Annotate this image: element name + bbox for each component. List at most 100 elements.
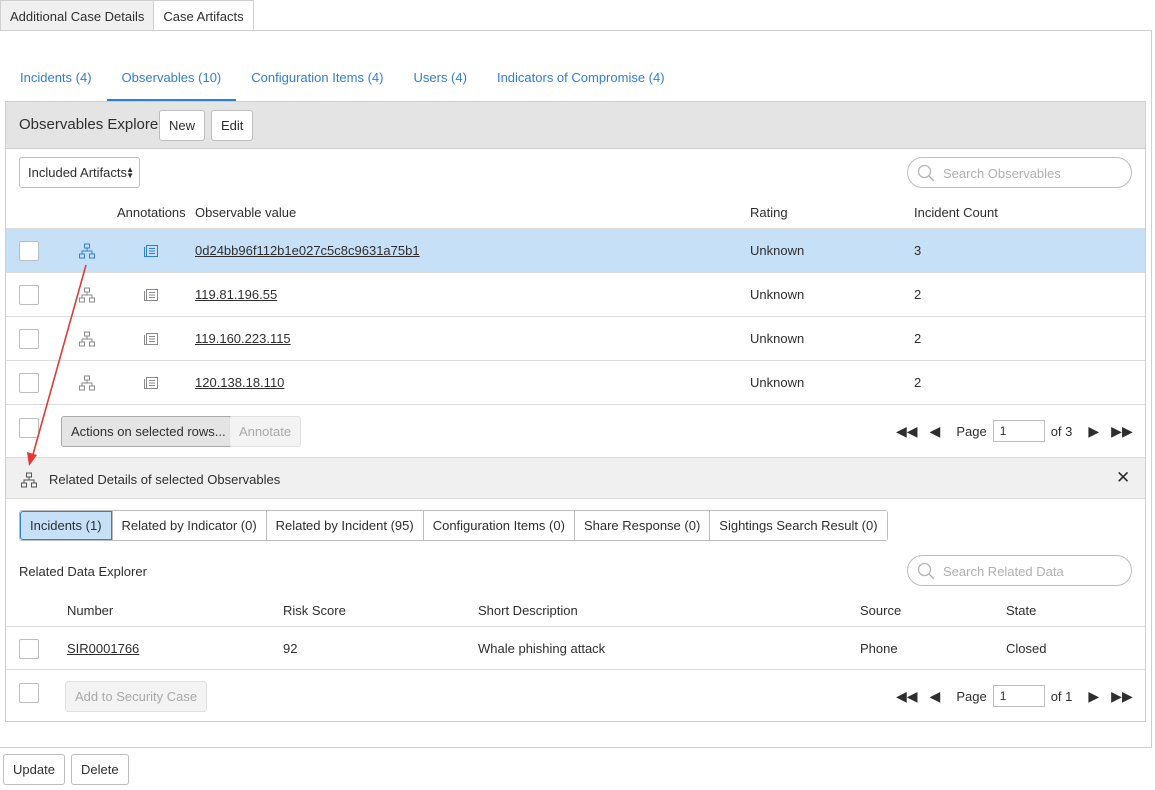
top-tab-bar: Additional Case Details Case Artifacts <box>0 0 254 31</box>
page-total: of 3 <box>1050 423 1073 439</box>
edit-button[interactable]: Edit <box>211 110 254 141</box>
tab-related-by-incident[interactable]: Related by Incident (95) <box>265 511 423 540</box>
search-icon <box>917 562 935 580</box>
artifact-tab-bar: Incidents (4) Observables (10) Configura… <box>5 62 680 102</box>
next-page-icon[interactable]: ▶ <box>1088 423 1099 440</box>
tab-indicators-of-compromise[interactable]: Indicators of Compromise (4) <box>482 62 680 102</box>
col-annotations: Annotations <box>117 205 186 220</box>
page-number-input[interactable]: 1 <box>992 420 1045 442</box>
table-row[interactable]: 119.160.223.115 Unknown 2 <box>6 316 1145 360</box>
table-row[interactable]: SIR0001766 92 Whale phishing attack Phon… <box>6 626 1145 670</box>
last-page-icon[interactable]: ▶▶ <box>1111 423 1133 440</box>
next-page-icon[interactable]: ▶ <box>1088 688 1099 705</box>
row-checkbox[interactable] <box>19 241 39 261</box>
tab-case-artifacts[interactable]: Case Artifacts <box>154 0 254 31</box>
select-all-checkbox[interactable] <box>19 683 39 703</box>
incident-number-link[interactable]: SIR0001766 <box>67 641 139 656</box>
observable-value-link[interactable]: 0d24bb96f112b1e027c5c8c9631a75b1 <box>195 243 420 258</box>
artifact-filter-select[interactable]: Included Artifacts ▲ ▼ <box>19 157 140 188</box>
tab-users[interactable]: Users (4) <box>399 62 482 102</box>
incident-count-cell: 2 <box>914 375 922 390</box>
table-row[interactable]: 120.138.18.110 Unknown 2 <box>6 360 1145 404</box>
tab-share-response[interactable]: Share Response (0) <box>573 511 710 540</box>
tab-additional-case-details[interactable]: Additional Case Details <box>0 0 155 31</box>
col-rating[interactable]: Rating <box>750 205 788 220</box>
tab-related-configuration-items[interactable]: Configuration Items (0) <box>422 511 574 540</box>
search-observables-input[interactable]: Search Observables <box>907 157 1132 188</box>
observable-value-link[interactable]: 119.81.196.55 <box>195 287 277 302</box>
relationship-tree-icon <box>21 472 37 488</box>
source-cell: Phone <box>860 641 898 656</box>
explorer-title: Observables Explorer <box>19 116 164 133</box>
table-row[interactable]: 119.81.196.55 Unknown 2 <box>6 272 1145 316</box>
new-button[interactable]: New <box>159 110 206 141</box>
tab-sightings-search-result[interactable]: Sightings Search Result (0) <box>709 511 887 540</box>
row-checkbox[interactable] <box>19 285 39 305</box>
rating-cell: Unknown <box>750 375 805 390</box>
observables-pager: ◀◀ ◀ Page 1 of 3 ▶ ▶▶ <box>890 420 1139 442</box>
rating-cell: Unknown <box>750 243 805 258</box>
prev-page-icon[interactable]: ◀ <box>930 423 941 440</box>
prev-page-icon[interactable]: ◀ <box>930 688 941 705</box>
tab-configuration-items[interactable]: Configuration Items (4) <box>236 62 398 102</box>
page-total: of 1 <box>1050 688 1073 704</box>
rating-cell: Unknown <box>750 331 805 346</box>
tab-observables[interactable]: Observables (10) <box>106 62 237 102</box>
col-observable-value[interactable]: Observable value <box>195 205 296 220</box>
last-page-icon[interactable]: ▶▶ <box>1111 688 1133 705</box>
page-label: Page <box>956 688 987 704</box>
related-data-explorer-label: Related Data Explorer <box>19 564 147 579</box>
annotation-icon[interactable] <box>144 377 158 389</box>
page-number-input[interactable]: 1 <box>992 685 1045 707</box>
col-source[interactable]: Source <box>860 603 901 618</box>
row-checkbox[interactable] <box>19 329 39 349</box>
update-button[interactable]: Update <box>3 754 65 785</box>
col-risk-score[interactable]: Risk Score <box>283 603 346 618</box>
col-incident-count[interactable]: Incident Count <box>914 205 998 220</box>
annotation-icon[interactable] <box>144 289 158 301</box>
observable-value-link[interactable]: 119.160.223.115 <box>195 331 291 346</box>
artifact-filter-value: Included Artifacts <box>28 165 127 180</box>
add-to-security-case-button[interactable]: Add to Security Case <box>65 681 208 712</box>
row-checkbox[interactable] <box>19 639 39 659</box>
relationship-tree-icon[interactable] <box>79 331 95 347</box>
incident-count-cell: 2 <box>914 287 922 302</box>
relationship-tree-icon[interactable] <box>79 243 95 259</box>
close-icon[interactable]: ✕ <box>1116 468 1130 488</box>
row-checkbox[interactable] <box>19 373 39 393</box>
search-related-data-placeholder: Search Related Data <box>943 564 1064 579</box>
col-short-description[interactable]: Short Description <box>478 603 578 618</box>
related-details-bar: Related Details of selected Observables … <box>6 457 1145 499</box>
annotation-icon[interactable] <box>144 333 158 345</box>
delete-button[interactable]: Delete <box>71 754 129 785</box>
col-number[interactable]: Number <box>67 603 113 618</box>
first-page-icon[interactable]: ◀◀ <box>896 423 918 440</box>
first-page-icon[interactable]: ◀◀ <box>896 688 918 705</box>
observable-value-link[interactable]: 120.138.18.110 <box>195 375 284 390</box>
select-all-checkbox[interactable] <box>19 418 39 438</box>
tab-related-by-indicator[interactable]: Related by Indicator (0) <box>111 511 266 540</box>
related-tab-bar: Incidents (1) Related by Indicator (0) R… <box>19 510 888 541</box>
relationship-tree-icon[interactable] <box>79 287 95 303</box>
incident-count-cell: 2 <box>914 331 922 346</box>
search-related-data-input[interactable]: Search Related Data <box>907 555 1132 586</box>
tab-related-incidents[interactable]: Incidents (1) <box>20 511 112 540</box>
annotate-button[interactable]: Annotate <box>229 416 302 447</box>
table-row[interactable]: 0d24bb96f112b1e027c5c8c9631a75b1 Unknown… <box>6 228 1145 272</box>
related-pager: ◀◀ ◀ Page 1 of 1 ▶ ▶▶ <box>890 685 1139 707</box>
explorer-header: Observables Explorer New Edit <box>6 102 1145 149</box>
short-description-cell: Whale phishing attack <box>478 641 606 656</box>
col-state[interactable]: State <box>1006 603 1036 618</box>
risk-score-cell: 92 <box>283 641 298 656</box>
rating-cell: Unknown <box>750 287 805 302</box>
observables-explorer: Observables Explorer New Edit Included A… <box>5 101 1146 722</box>
annotation-icon[interactable] <box>144 245 158 257</box>
related-details-title: Related Details of selected Observables <box>49 472 281 487</box>
page-label: Page <box>956 423 987 439</box>
tab-incidents[interactable]: Incidents (4) <box>5 62 107 102</box>
search-icon <box>917 164 935 182</box>
search-observables-placeholder: Search Observables <box>943 166 1061 181</box>
select-caret-icon: ▲ ▼ <box>126 165 134 180</box>
relationship-tree-icon[interactable] <box>79 375 95 391</box>
actions-on-selected-rows-button[interactable]: Actions on selected rows... <box>61 416 236 447</box>
